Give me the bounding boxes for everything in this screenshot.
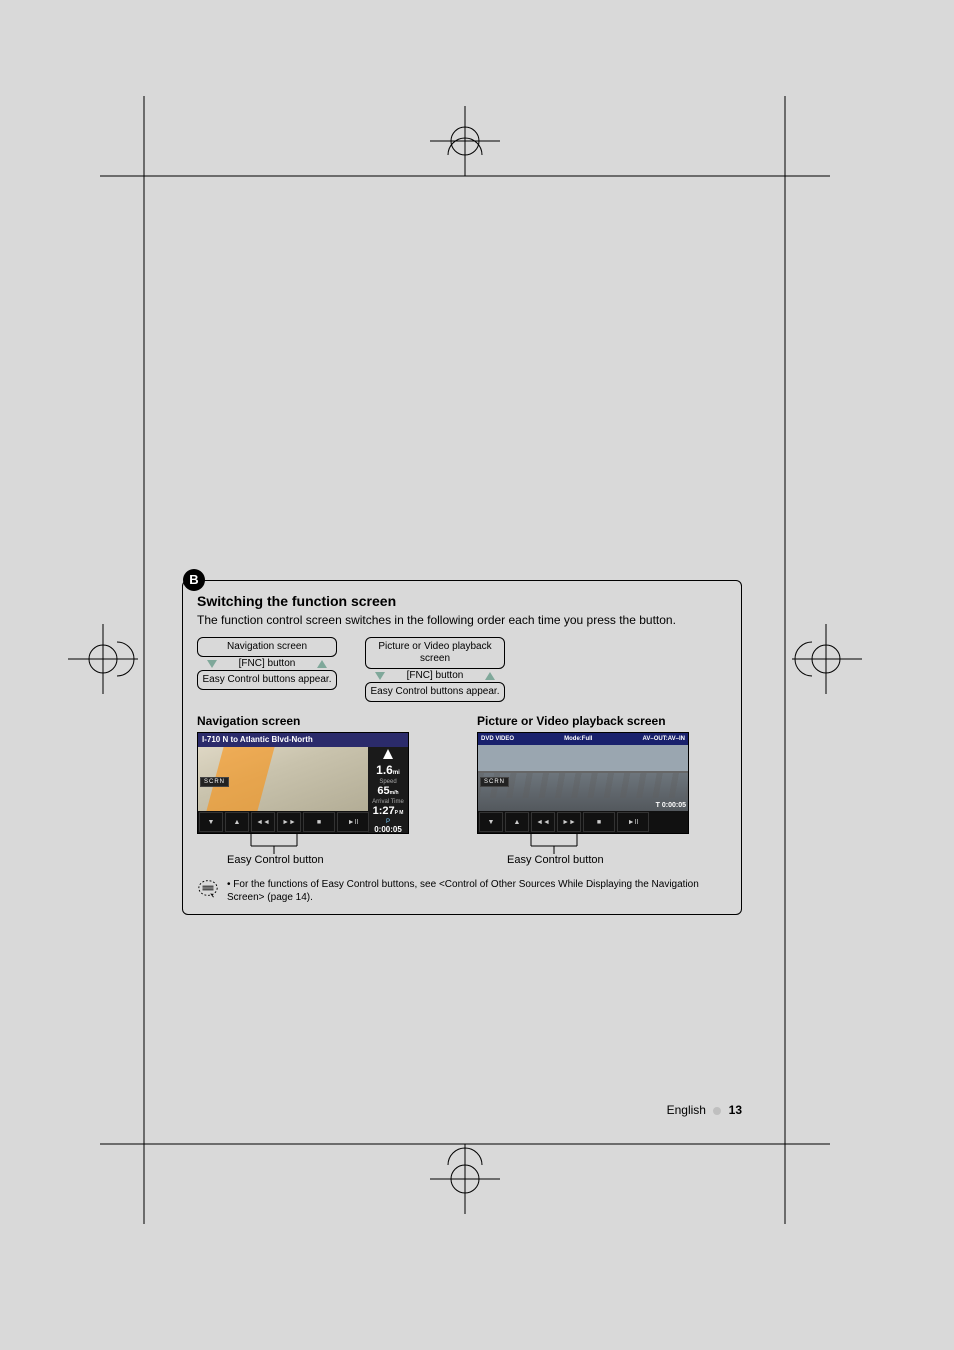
section-description: The function control screen switches in … [197,613,727,627]
nav-speed: 65 [377,785,389,797]
vol-up-button[interactable]: ▲ [225,812,249,832]
video-mode-label: Mode:Full [564,733,592,745]
section-badge: B [183,569,205,591]
arrow-up-icon [317,660,327,668]
video-callout-text: Easy Control button [507,854,604,866]
nav-distance: 1.6 [376,763,393,777]
play-pause-button[interactable]: ►II [337,812,369,832]
arrow-down-icon [207,660,217,668]
vol-down-button[interactable]: ▼ [479,812,503,832]
nav-time: 0:00:05 [368,825,408,834]
flow-col-navigation: Navigation screen [FNC] button Easy Cont… [197,637,337,702]
note-icon [197,878,219,903]
stop-button[interactable]: ■ [583,812,615,832]
flow-mid-label: [FNC] button [407,670,464,681]
footer-language: English [667,1103,706,1117]
bridge-line [478,771,688,773]
scrn-button[interactable]: SCRN [200,777,229,787]
scrn-button[interactable]: SCRN [480,777,509,787]
play-pause-button[interactable]: ►II [617,812,649,832]
section-b: B Switching the function screen The func… [182,580,742,915]
arrow-down-icon [375,672,385,680]
nav-callout-text: Easy Control button [227,854,324,866]
prev-button[interactable]: ◄◄ [251,812,275,832]
video-callout: Easy Control button [477,834,717,864]
next-button[interactable]: ►► [557,812,581,832]
flow-arrows: [FNC] button [207,657,327,670]
flow-row: Navigation screen [FNC] button Easy Cont… [197,637,727,702]
flow-box-nav-top: Navigation screen [197,637,337,657]
nav-screen-label: Navigation screen [197,714,417,728]
nav-arrival: 1:27 [373,805,395,817]
flow-mid-label: [FNC] button [239,658,296,669]
nav-speed-unit: m/h [390,790,399,796]
flow-col-video: Picture or Video playback screen [FNC] b… [365,637,505,702]
nav-screen-column: Navigation screen I-710 N to Atlantic Bl… [197,712,417,864]
footer-bullet-icon [713,1107,721,1115]
arrow-up-icon [485,672,495,680]
vol-down-button[interactable]: ▼ [199,812,223,832]
note-text: For the functions of Easy Control button… [227,878,727,904]
nav-distance-unit: mi [393,770,400,776]
video-screen-mock: DVD VIDEO Mode:Full AV–OUT:AV–IN SCRN 0:… [477,732,689,834]
stop-button[interactable]: ■ [303,812,335,832]
flow-box-nav-bottom: Easy Control buttons appear. [197,670,337,690]
turn-arrow-icon [383,749,393,759]
section-title: Switching the function screen [197,593,727,609]
nav-title-bar: I-710 N to Atlantic Blvd-North [198,733,408,747]
prev-button[interactable]: ◄◄ [531,812,555,832]
nav-arrival-unit: P M [395,810,404,816]
flow-box-video-bottom: Easy Control buttons appear. [365,682,505,702]
flow-arrows: [FNC] button [375,669,495,682]
flow-box-video-top: Picture or Video playback screen [365,637,505,669]
nav-callout: Easy Control button [197,834,417,864]
screens-row: Navigation screen I-710 N to Atlantic Bl… [197,712,727,864]
nav-screen-mock: I-710 N to Atlantic Blvd-North SCRN 1.6m… [197,732,409,834]
video-time: 0:00:05 [656,802,686,809]
video-screen-label: Picture or Video playback screen [477,714,717,728]
next-button[interactable]: ►► [277,812,301,832]
nav-side-panel: 1.6mi Speed 65m/h Arrival Time 1:27P M P… [368,747,408,833]
note-row: For the functions of Easy Control button… [197,878,727,904]
video-avout-label: AV–OUT:AV–IN [643,733,685,745]
video-screen-column: Picture or Video playback screen DVD VID… [477,712,717,864]
video-source-label: DVD VIDEO [481,733,514,745]
vol-up-button[interactable]: ▲ [505,812,529,832]
page-footer: English 13 [182,1103,742,1117]
video-top-bar: DVD VIDEO Mode:Full AV–OUT:AV–IN [478,733,688,745]
easy-control-bar: ▼ ▲ ◄◄ ►► ■ ►II [198,811,368,833]
footer-page-number: 13 [729,1103,742,1117]
easy-control-bar: ▼ ▲ ◄◄ ►► ■ ►II [478,811,688,833]
